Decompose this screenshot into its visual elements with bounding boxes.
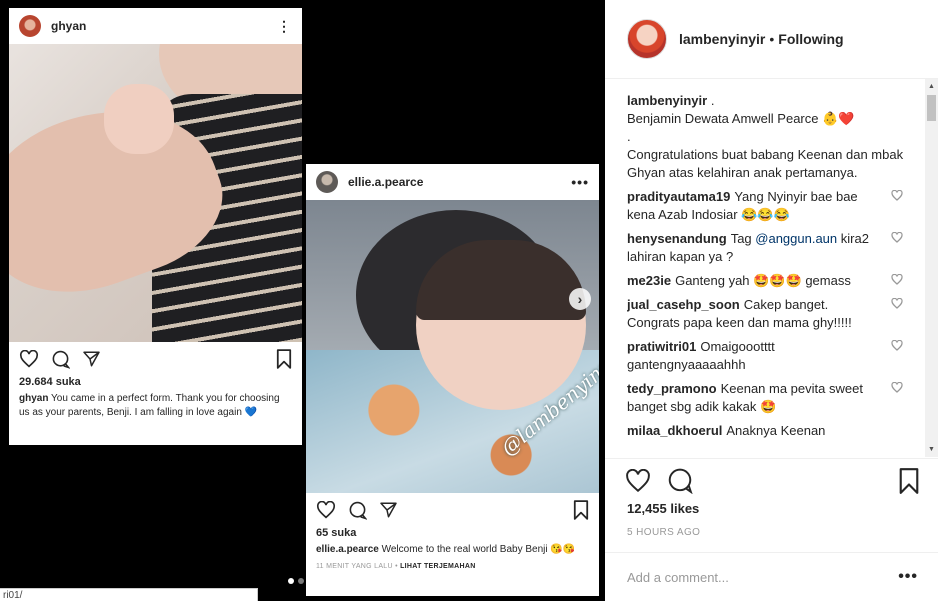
heart-icon[interactable] — [891, 190, 903, 201]
heart-icon[interactable] — [891, 232, 903, 243]
embedded-post-actions — [306, 493, 599, 527]
post-media[interactable]: ghyan ⋮ 29.684 suka ghyan You came in a … — [0, 0, 605, 601]
embedded-post-caption: ghyan You came in a perfect form. Thank … — [9, 388, 302, 420]
add-comment-bar: ••• — [605, 552, 938, 601]
comment-item: jual_casehp_soon Cakep banget. Congrats p… — [627, 296, 907, 332]
scroll-down-arrow-icon[interactable]: ▼ — [928, 446, 935, 453]
comments-scrollbar[interactable]: ▲ ▼ — [925, 79, 938, 457]
post-timestamp[interactable]: 5 HOURS AGO — [627, 527, 700, 538]
comment-item: tedy_pramono Keenan ma pevita sweet bange… — [627, 380, 907, 416]
mention-link[interactable]: @anggun.aun — [755, 231, 837, 246]
embedded-post-actions — [9, 342, 302, 376]
embedded-post-meta: 11 MENIT YANG LALU • LIHAT TERJEMAHAN — [316, 563, 476, 570]
caption-username[interactable]: lambenyinyir — [627, 93, 707, 108]
embedded-post-likes: 29.684 suka — [19, 376, 81, 388]
comment-item: milaa_dkhoerul Anaknya Keenan — [627, 422, 907, 440]
comment-username[interactable]: henysenandung — [627, 231, 727, 246]
embedded-post-header: ghyan ⋮ — [9, 8, 302, 44]
carousel-indicator — [288, 578, 304, 584]
avatar[interactable] — [627, 19, 667, 59]
comment-item: pradityautama19 Yang Nyinyir bae bae kena… — [627, 188, 907, 224]
embedded-post-caption: ellie.a.pearce Welcome to the real world… — [306, 539, 599, 557]
header-separator: • — [769, 31, 775, 47]
more-options-icon[interactable]: ••• — [898, 568, 918, 586]
like-button[interactable] — [625, 468, 651, 493]
scroll-up-arrow-icon[interactable]: ▲ — [928, 83, 935, 90]
comment-text: Ganteng yah 🤩🤩🤩 gemass — [675, 273, 851, 288]
heart-icon[interactable] — [891, 340, 903, 351]
carousel-dot — [298, 578, 304, 584]
heart-icon — [19, 350, 39, 368]
newborn-photo: @lambenyinyir › — [306, 200, 599, 493]
comment-item: me23ie Ganteng yah 🤩🤩🤩 gemass — [627, 272, 907, 290]
add-comment-input[interactable] — [627, 569, 877, 585]
heart-icon[interactable] — [891, 382, 903, 393]
comment-text: Anaknya Keenan — [726, 423, 826, 438]
post-sidebar: lambenyinyir • Following lambenyinyir . … — [605, 0, 938, 601]
comment-username[interactable]: milaa_dkhoerul — [627, 423, 722, 438]
avatar — [316, 171, 338, 193]
share-icon — [82, 350, 101, 368]
more-options-icon: ⋮ — [277, 17, 292, 34]
embedded-post-ghyan: ghyan ⋮ 29.684 suka ghyan You came in a … — [9, 8, 302, 445]
share-icon — [379, 501, 398, 519]
caption-username: ghyan — [19, 393, 49, 404]
likes-count[interactable]: 12,455 likes — [627, 501, 699, 516]
caption-text: You came in a perfect form. Thank you fo… — [19, 393, 280, 418]
instagram-post-modal: ghyan ⋮ 29.684 suka ghyan You came in a … — [0, 0, 938, 601]
comment-username[interactable]: pradityautama19 — [627, 189, 730, 204]
bookmark-icon — [573, 500, 589, 520]
comment-username[interactable]: me23ie — [627, 273, 671, 288]
comment-username[interactable]: jual_casehp_soon — [627, 297, 740, 312]
embedded-post-likes: 65 suka — [316, 527, 357, 539]
more-options-icon: ••• — [571, 174, 589, 190]
caption-text: Welcome to the real world Baby Benji 😘😘 — [378, 544, 576, 555]
carousel-dot-active — [288, 578, 294, 584]
post-caption: lambenyinyir . Benjamin Dewata Amwell Pe… — [627, 93, 904, 180]
baby-hand-photo — [9, 44, 302, 342]
save-button[interactable] — [898, 467, 920, 494]
browser-status-bar: ri01/ — [0, 588, 258, 601]
embedded-post-header: ellie.a.pearce ••• — [306, 164, 599, 200]
post-time: 11 MENIT YANG LALU — [316, 563, 393, 570]
comments-list[interactable]: lambenyinyir . Benjamin Dewata Amwell Pe… — [627, 92, 907, 458]
post-author-username[interactable]: lambenyinyir — [679, 31, 765, 47]
comment-item: pratiwitri01 Omaigoootttt gantengnyaaaaah… — [627, 338, 907, 374]
comment-username[interactable]: tedy_pramono — [627, 381, 717, 396]
embedded-post-username: ghyan — [51, 19, 87, 33]
comment-button[interactable] — [667, 468, 693, 494]
avatar — [19, 15, 41, 37]
scrollbar-thumb[interactable] — [927, 95, 936, 121]
heart-icon[interactable] — [891, 298, 903, 309]
bookmark-icon — [276, 349, 292, 369]
caption-username: ellie.a.pearce — [316, 544, 379, 555]
embedded-post-username: ellie.a.pearce — [348, 175, 424, 189]
chevron-right-icon[interactable]: › — [569, 288, 591, 310]
embedded-post-ellie: ellie.a.pearce ••• @lambenyinyir › 65 su… — [306, 164, 599, 596]
heart-icon — [316, 501, 336, 519]
comment-username[interactable]: pratiwitri01 — [627, 339, 696, 354]
post-header: lambenyinyir • Following — [605, 0, 938, 79]
comment-item: henysenandung Tag @anggun.aun kira2 lahir… — [627, 230, 907, 266]
comment-icon — [348, 501, 367, 520]
heart-icon[interactable] — [891, 274, 903, 285]
see-translation-link: LIHAT TERJEMAHAN — [400, 563, 476, 570]
comment-icon — [51, 350, 70, 369]
post-actions — [605, 458, 938, 502]
following-button[interactable]: Following — [778, 31, 843, 47]
